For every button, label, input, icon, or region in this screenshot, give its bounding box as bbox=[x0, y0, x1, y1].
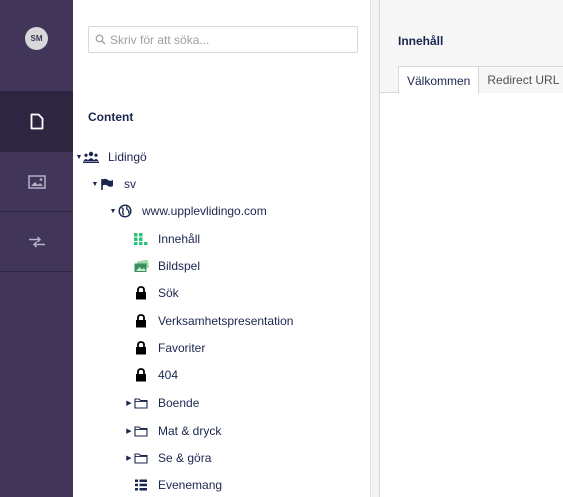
lock-icon bbox=[133, 341, 149, 355]
tree-node-404[interactable]: 404 bbox=[133, 365, 178, 385]
caret-down-icon[interactable]: ▼ bbox=[109, 208, 117, 215]
lock-icon bbox=[133, 368, 149, 382]
tree-node-evenemang[interactable]: Evenemang bbox=[133, 475, 222, 495]
tab-redirect-url[interactable]: Redirect URL bbox=[478, 66, 563, 93]
tree-node-label: Evenemang bbox=[158, 478, 223, 492]
folder-icon bbox=[133, 451, 149, 465]
editor-tabs: Välkommen Redirect URL bbox=[398, 66, 563, 94]
tree-node-label: sv bbox=[124, 177, 136, 191]
users-icon bbox=[83, 150, 99, 164]
tree-node-label: Bildspel bbox=[158, 259, 201, 273]
page-title: Innehåll bbox=[398, 34, 444, 48]
tree-node-label: Lidingö bbox=[108, 150, 147, 164]
tree-node-favoriter[interactable]: Favoriter bbox=[133, 338, 205, 358]
user-area: SM bbox=[0, 0, 73, 92]
lock-icon bbox=[133, 314, 149, 328]
globe-icon bbox=[117, 204, 133, 218]
redirects-section-button[interactable] bbox=[0, 212, 73, 272]
caret-right-icon[interactable]: ▶ bbox=[125, 427, 133, 435]
tree-node-verksamhetspresentation[interactable]: Verksamhetspresentation bbox=[133, 311, 293, 331]
tree-node-se-gora[interactable]: ▶ Se & göra bbox=[125, 448, 211, 468]
folder-icon bbox=[133, 424, 149, 438]
tree-node-label: Verksamhetspresentation bbox=[158, 314, 294, 328]
folder-icon bbox=[133, 396, 149, 410]
tree-node-label: Sök bbox=[158, 286, 179, 300]
tree-node-bildspel[interactable]: Bildspel bbox=[133, 256, 200, 276]
slides-icon bbox=[133, 259, 149, 273]
content-tree-panel: Content ▼ Lidingö ▼ sv ▼ bbox=[73, 0, 370, 497]
tree-node-label: www.upplevlidingo.com bbox=[142, 204, 267, 218]
document-icon bbox=[30, 113, 43, 130]
tree-search[interactable] bbox=[88, 26, 358, 53]
tree-node-sv[interactable]: ▼ sv bbox=[91, 174, 136, 194]
grid-icon bbox=[133, 232, 149, 246]
image-icon bbox=[27, 174, 46, 189]
tree-node-boende[interactable]: ▶ Boende bbox=[125, 393, 199, 413]
tree-node-label: Se & göra bbox=[158, 451, 212, 465]
lock-icon bbox=[133, 286, 149, 300]
caret-right-icon[interactable]: ▶ bbox=[125, 399, 133, 407]
search-input[interactable] bbox=[110, 32, 340, 47]
caret-down-icon[interactable]: ▼ bbox=[91, 181, 99, 188]
arrows-exchange-icon bbox=[28, 235, 45, 248]
flag-icon bbox=[99, 177, 115, 191]
tree-title: Content bbox=[88, 110, 134, 124]
tree-node-lidingo[interactable]: ▼ Lidingö bbox=[75, 147, 147, 167]
tab-valkommen[interactable]: Välkommen bbox=[398, 66, 480, 94]
tree-node-innehall[interactable]: Innehåll bbox=[133, 229, 200, 249]
editor-header: Innehåll Välkommen Redirect URL bbox=[380, 0, 563, 94]
tree-node-label: Innehåll bbox=[158, 232, 201, 246]
media-section-button[interactable] bbox=[0, 152, 73, 212]
tree-node-label: 404 bbox=[158, 368, 179, 382]
panel-resize-handle[interactable] bbox=[370, 0, 380, 497]
list-icon bbox=[133, 478, 149, 492]
content-editor: Innehåll Välkommen Redirect URL bbox=[380, 0, 563, 497]
user-avatar[interactable]: SM bbox=[25, 27, 48, 50]
tree-node-label: Favoriter bbox=[158, 341, 206, 355]
search-icon bbox=[95, 34, 106, 45]
tree-node-sok[interactable]: Sök bbox=[133, 283, 179, 303]
app-sidebar: SM bbox=[0, 0, 73, 497]
tree-node-mat-dryck[interactable]: ▶ Mat & dryck bbox=[125, 421, 221, 441]
content-section-button[interactable] bbox=[0, 92, 73, 152]
tree-node-site[interactable]: ▼ www.upplevlidingo.com bbox=[109, 201, 267, 221]
tree-node-label: Boende bbox=[158, 396, 200, 410]
caret-right-icon[interactable]: ▶ bbox=[125, 454, 133, 462]
caret-down-icon[interactable]: ▼ bbox=[75, 154, 83, 161]
tree-node-label: Mat & dryck bbox=[158, 424, 222, 438]
